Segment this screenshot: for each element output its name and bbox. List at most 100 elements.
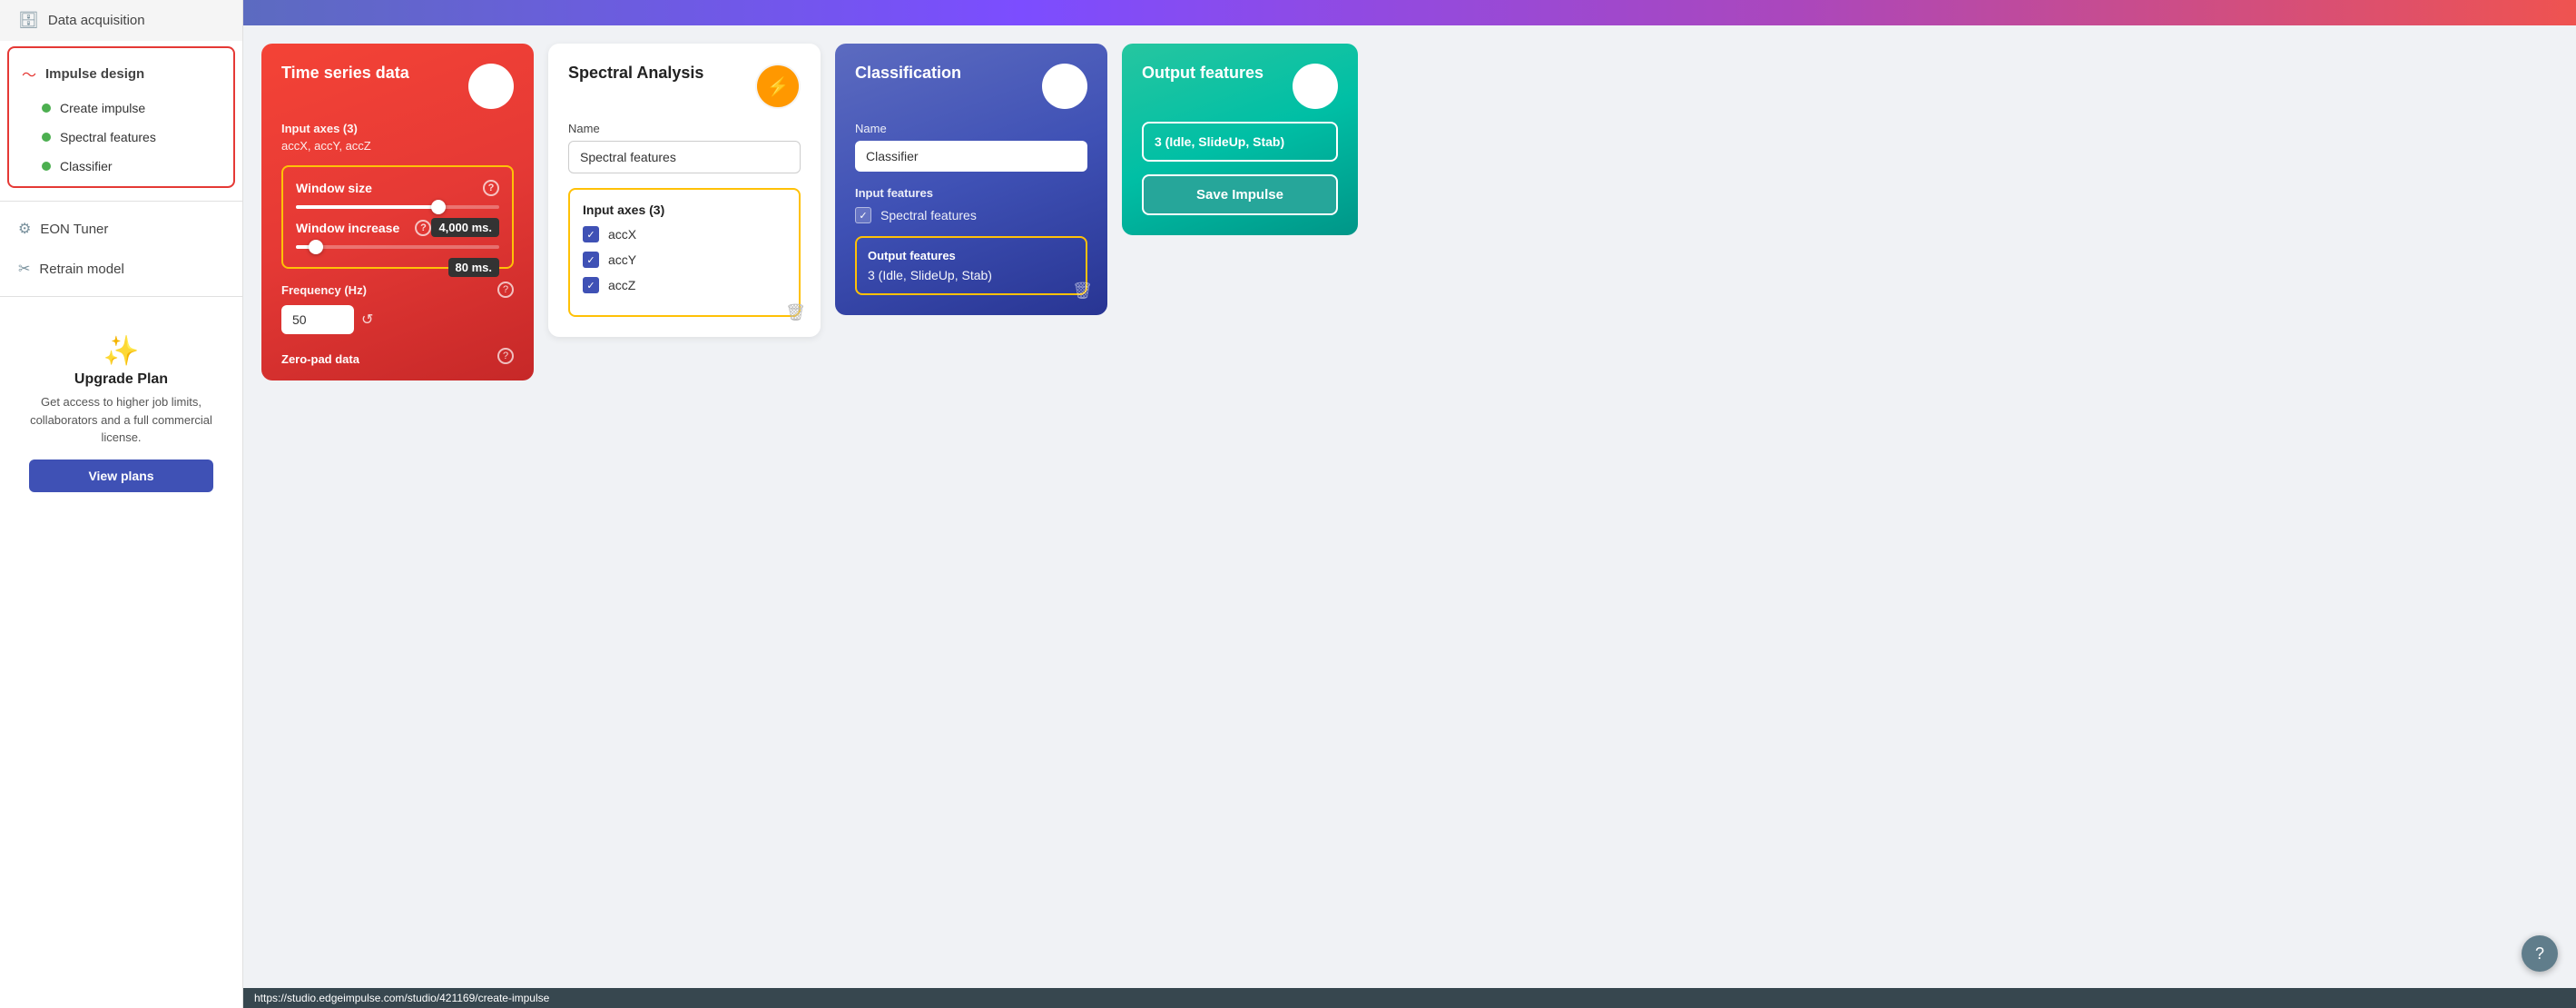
window-increase-value: 80 ms. <box>448 258 499 277</box>
save-impulse-button[interactable]: Save Impulse <box>1142 174 1338 215</box>
classification-icon-circle: ⚗ <box>1042 64 1087 109</box>
classification-name-label: Name <box>855 122 1087 135</box>
axis-accz-row: ✓ accZ <box>583 277 786 293</box>
view-plans-button[interactable]: View plans <box>29 460 213 492</box>
timeseries-card: Time series data 🗄 Input axes (3) accX, … <box>261 44 534 380</box>
spectral-axes-label: Input axes (3) <box>583 203 786 217</box>
timeseries-card-header: Time series data 🗄 <box>281 64 514 109</box>
status-url: https://studio.edgeimpulse.com/studio/42… <box>254 992 549 1004</box>
spectral-features-checkbox-label: Spectral features <box>880 208 977 222</box>
spectral-name-label: Name <box>568 122 801 135</box>
status-bar: https://studio.edgeimpulse.com/studio/42… <box>243 988 2576 1008</box>
accy-label: accY <box>608 252 636 267</box>
classification-title: Classification <box>855 64 961 83</box>
accx-label: accX <box>608 227 636 242</box>
help-bubble[interactable]: ? <box>2522 935 2558 972</box>
dot-icon-3 <box>42 162 51 171</box>
cards-area: Time series data 🗄 Input axes (3) accX, … <box>243 25 2576 988</box>
sidebar-item-data-acquisition[interactable]: 🗄 Data acquisition <box>0 0 242 41</box>
sidebar-item-eon-tuner[interactable]: ⚙ EON Tuner <box>0 209 242 249</box>
sidebar-retrain-label: Retrain model <box>39 262 123 277</box>
output-icon-circle: ✔ <box>1293 64 1338 109</box>
spectral-features-checkbox-row: ✓ Spectral features <box>855 207 1087 223</box>
frequency-section: Frequency (Hz) ? ↺ <box>281 282 514 334</box>
sidebar-spectral-features-label: Spectral features <box>60 130 156 144</box>
spectral-name-input[interactable] <box>568 141 801 173</box>
window-size-row: Window size ? <box>296 180 499 196</box>
window-size-slider-thumb[interactable] <box>431 200 446 214</box>
frequency-help-icon[interactable]: ? <box>497 282 514 298</box>
classification-trash-icon[interactable]: 🗑 <box>1072 282 1093 301</box>
spectral-card-header: Spectral Analysis ⚡ <box>568 64 801 109</box>
upgrade-box: ✨ Upgrade Plan Get access to higher job … <box>15 319 228 507</box>
dot-icon <box>42 104 51 113</box>
sidebar-impulse-section: 〜 Impulse design Create impulse Spectral… <box>7 46 235 188</box>
sidebar-item-impulse-design[interactable]: 〜 Impulse design <box>9 54 233 94</box>
classification-card-header: Classification ⚗ <box>855 64 1087 109</box>
output-value: 3 (Idle, SlideUp, Stab) <box>1155 134 1284 149</box>
sidebar-divider <box>0 201 242 202</box>
sidebar: 🗄 Data acquisition 〜 Impulse design Crea… <box>0 0 243 1008</box>
upgrade-icon: ✨ <box>29 333 213 368</box>
sidebar-item-create-impulse[interactable]: Create impulse <box>9 94 233 123</box>
input-features-label: Input features <box>855 186 1087 200</box>
zero-pad-label: Zero-pad data <box>281 352 359 366</box>
classification-name-input[interactable] <box>855 141 1087 172</box>
spectral-trash-icon[interactable]: 🗑 <box>785 303 806 322</box>
window-increase-slider-thumb[interactable] <box>309 240 323 254</box>
output-title: Output features <box>1142 64 1263 83</box>
accz-label: accZ <box>608 278 635 292</box>
window-increase-help-icon[interactable]: ? <box>415 220 431 236</box>
window-settings-box: Window size ? 4,000 ms. Window increase … <box>281 165 514 269</box>
sidebar-data-acquisition-label: Data acquisition <box>48 13 145 28</box>
sidebar-eon-label: EON Tuner <box>40 222 108 237</box>
sidebar-item-spectral-features[interactable]: Spectral features <box>9 123 233 152</box>
sidebar-classifier-label: Classifier <box>60 159 113 173</box>
timeseries-title: Time series data <box>281 64 409 83</box>
dot-icon-2 <box>42 133 51 142</box>
window-size-slider-fill <box>296 205 438 209</box>
window-size-value: 4,000 ms. <box>431 218 499 237</box>
sidebar-create-impulse-label: Create impulse <box>60 101 145 115</box>
spectral-icon-circle: ⚡ <box>755 64 801 109</box>
accz-checkbox[interactable]: ✓ <box>583 277 599 293</box>
upgrade-title: Upgrade Plan <box>29 371 213 388</box>
sidebar-divider-2 <box>0 296 242 297</box>
input-axes-label: Input axes (3) <box>281 122 514 135</box>
sidebar-item-classifier[interactable]: Classifier <box>9 152 233 181</box>
frequency-label: Frequency (Hz) <box>281 283 367 297</box>
input-axes-value: accX, accY, accZ <box>281 139 514 153</box>
top-gradient-bar <box>243 0 2576 25</box>
output-value-box: 3 (Idle, SlideUp, Stab) <box>1142 122 1338 162</box>
window-increase-slider-track <box>296 245 499 249</box>
lightning-icon: ⚡ <box>757 65 799 107</box>
accy-checkbox[interactable]: ✓ <box>583 252 599 268</box>
window-size-help-icon[interactable]: ? <box>483 180 499 196</box>
frequency-row: Frequency (Hz) ? <box>281 282 514 298</box>
output-card: Output features ✔ 3 (Idle, SlideUp, Stab… <box>1122 44 1358 235</box>
spectral-axes-box: Input axes (3) ✓ accX ✓ accY ✓ accZ <box>568 188 801 317</box>
window-size-label: Window size <box>296 181 372 195</box>
frequency-input[interactable] <box>281 305 354 334</box>
window-size-slider-track <box>296 205 499 209</box>
spectral-features-checkbox[interactable]: ✓ <box>855 207 871 223</box>
classification-output-value: 3 (Idle, SlideUp, Stab) <box>868 268 1075 282</box>
classification-output-title: Output features <box>868 249 1075 262</box>
database-icon-white: 🗄 <box>479 75 502 98</box>
classification-card: Classification ⚗ Name Input features ✓ S… <box>835 44 1107 315</box>
pulse-icon: 〜 <box>22 63 36 84</box>
zero-pad-help-icon[interactable]: ? <box>497 348 514 364</box>
refresh-icon[interactable]: ↺ <box>361 311 373 329</box>
sidebar-impulse-design-label: Impulse design <box>45 66 144 82</box>
retrain-icon: ✂ <box>18 260 30 278</box>
frequency-input-row: ↺ <box>281 305 514 334</box>
accx-checkbox[interactable]: ✓ <box>583 226 599 242</box>
axis-accy-row: ✓ accY <box>583 252 786 268</box>
flask-icon: ⚗ <box>1057 75 1073 98</box>
window-increase-row: Window increase ? <box>296 220 431 236</box>
spectral-card: Spectral Analysis ⚡ Name Input axes (3) … <box>548 44 821 337</box>
database-icon: 🗄 <box>18 11 39 30</box>
sidebar-item-retrain-model[interactable]: ✂ Retrain model <box>0 249 242 289</box>
timeseries-icon-circle: 🗄 <box>468 64 514 109</box>
spectral-title: Spectral Analysis <box>568 64 703 83</box>
